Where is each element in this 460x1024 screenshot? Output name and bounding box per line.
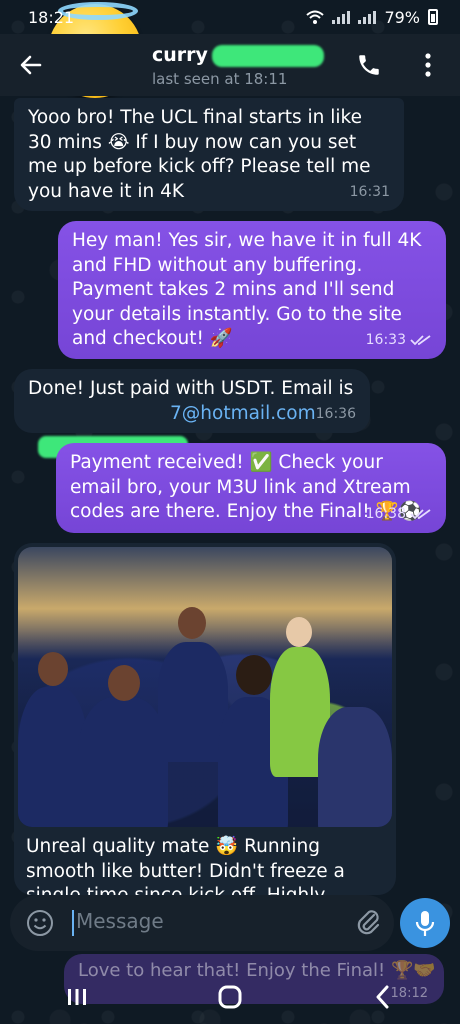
message-outgoing[interactable]: Hey man! Yes sir, we have it in full 4K …	[58, 221, 446, 359]
last-seen-status: last seen at 18:11	[152, 70, 288, 88]
microphone-button[interactable]	[400, 898, 450, 948]
message-incoming[interactable]: Done! Just paid with USDT. Email is 7@ho…	[14, 369, 370, 458]
emoji-icon[interactable]	[26, 909, 54, 937]
message-time: 16:38	[365, 505, 406, 522]
message-input[interactable]	[76, 909, 326, 933]
email-link[interactable]: 7@hotmail.com	[170, 402, 316, 427]
message-meta: 16:31	[350, 180, 390, 205]
contact-name[interactable]: curry	[152, 44, 208, 66]
status-bar: 18:21 79%	[0, 0, 460, 34]
chat-header: curry last seen at 18:11	[0, 34, 460, 96]
photo-caption: Unreal quality mate 🤯 Running smooth lik…	[26, 836, 345, 895]
wifi-icon	[306, 10, 325, 24]
message-meta: 16:38	[366, 502, 432, 527]
message-outgoing[interactable]: Payment received! ✅ Check your email bro…	[56, 443, 446, 533]
back-button[interactable]	[363, 982, 403, 1012]
message-text: Done! Just paid with USDT. Email is	[28, 378, 354, 399]
message-meta: 16:33	[366, 328, 432, 353]
name-redaction	[212, 45, 324, 67]
message-composer	[10, 895, 394, 951]
photo-image[interactable]	[18, 547, 392, 827]
signal-icon	[332, 10, 351, 24]
message-time: 16:33	[365, 331, 406, 348]
message-text: Yooo bro! The UCL final starts in like 3…	[28, 107, 371, 202]
home-icon	[218, 985, 242, 1009]
status-icons: 79%	[306, 8, 438, 27]
double-check-icon	[410, 335, 431, 346]
battery-percent: 79%	[384, 7, 420, 27]
back-chevron-icon	[376, 985, 389, 1009]
phone-icon[interactable]	[356, 52, 382, 78]
more-vertical-icon[interactable]	[422, 52, 434, 78]
double-check-icon	[410, 509, 431, 520]
home-button[interactable]	[210, 982, 250, 1012]
microphone-icon	[415, 911, 435, 936]
message-time: 16:31	[349, 183, 390, 200]
message-meta: 16:36	[316, 402, 356, 427]
battery-icon	[428, 9, 438, 25]
message-photo[interactable]: Unreal quality mate 🤯 Running smooth lik…	[14, 543, 396, 895]
recents-button[interactable]	[57, 982, 97, 1012]
signal-icon-2	[358, 10, 377, 24]
message-incoming[interactable]: Yooo bro! The UCL final starts in like 3…	[14, 98, 404, 211]
system-navigation-bar	[0, 970, 460, 1024]
paperclip-icon[interactable]	[354, 907, 382, 937]
recents-icon	[67, 989, 86, 1005]
status-time: 18:21	[28, 7, 75, 27]
message-time: 16:36	[315, 405, 356, 422]
text-caret	[72, 910, 74, 936]
back-arrow-icon[interactable]	[18, 52, 44, 78]
